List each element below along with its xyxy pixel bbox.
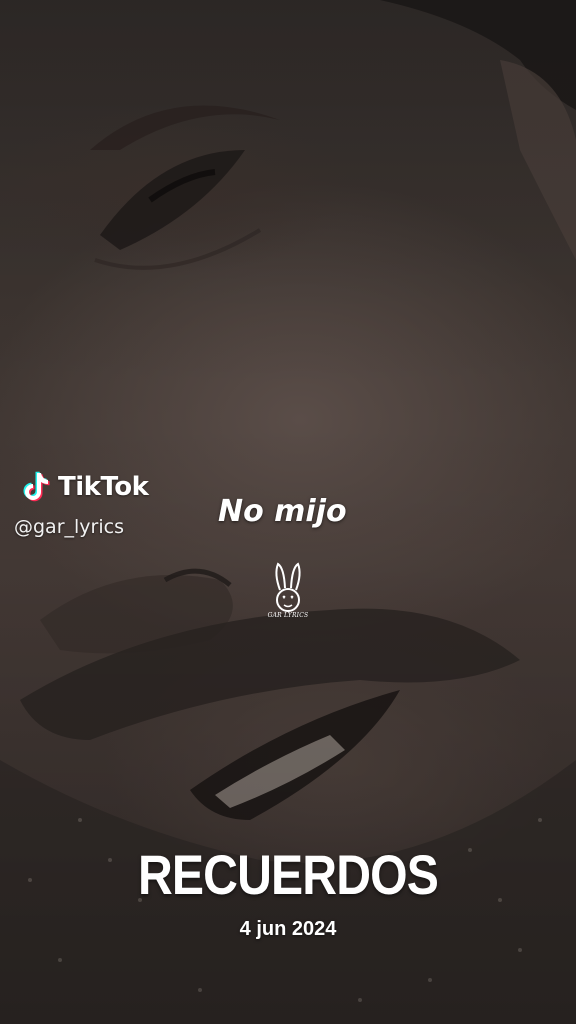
video-frame[interactable]: TikTok @gar_lyrics No mijo GAR LYRICS RE… xyxy=(0,0,576,1024)
logo-text: GAR LYRICS xyxy=(267,612,309,619)
tiktok-note-icon xyxy=(23,471,50,502)
bunny-logo-icon xyxy=(275,562,301,612)
lyric-caption: No mijo xyxy=(218,494,347,529)
tiktok-brand-label: TikTok xyxy=(58,472,149,502)
tiktok-watermark: TikTok xyxy=(18,470,149,504)
song-title: RECUERDOS xyxy=(137,843,439,906)
creator-handle: @gar_lyrics xyxy=(14,516,124,538)
post-date: 4 jun 2024 xyxy=(239,918,337,940)
